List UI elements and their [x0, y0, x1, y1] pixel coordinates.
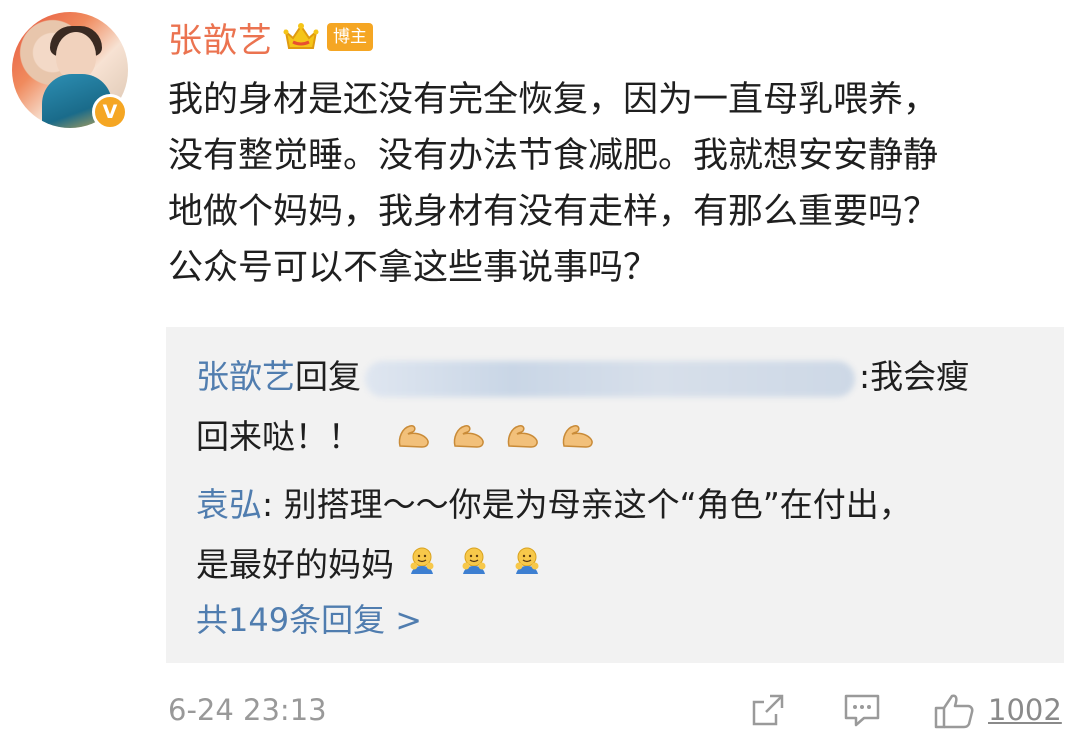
- like-count[interactable]: 1002: [988, 688, 1062, 732]
- more-replies-link[interactable]: 共149条回复 >: [196, 595, 422, 641]
- post-line: 公众号可以不拿这些事说事吗？: [168, 248, 659, 288]
- comment-icon[interactable]: [842, 692, 882, 728]
- like-icon[interactable]: [932, 692, 974, 729]
- flexed-biceps-icon: [560, 409, 596, 469]
- post-line: 地做个妈妈，我身材有没有走样，有那么重要吗？: [168, 192, 939, 232]
- username[interactable]: 张歆艺: [168, 13, 273, 62]
- reply-user[interactable]: 袁弘: [196, 485, 262, 524]
- share-icon[interactable]: [748, 692, 788, 728]
- post-line: 没有整觉睡。没有办法节食减肥。我就想安安静静: [168, 136, 939, 176]
- hug-icon: [405, 537, 439, 597]
- redacted-username: [365, 360, 855, 397]
- hug-icon: [457, 537, 491, 597]
- flexed-biceps-icon: [396, 409, 432, 469]
- reply-item: 袁弘: 别搭理～～你是为母亲这个“角色”在付出， 是最好的妈妈: [196, 475, 912, 597]
- author-badge: 博主: [327, 23, 373, 51]
- crown-icon: [283, 22, 319, 52]
- post-footer: 6-24 23:13 1002: [168, 688, 1068, 732]
- reply-text: :我会瘦: [859, 357, 970, 396]
- post-line: 我的身材是还没有完全恢复，因为一直母乳喂养，: [168, 80, 939, 120]
- post-time: 6-24 23:13: [168, 693, 327, 727]
- reply-text-line2: 是最好的妈妈: [196, 545, 394, 584]
- hug-icon: [510, 537, 544, 597]
- flexed-biceps-icon: [505, 409, 541, 469]
- reply-text-line2: 回来哒！！: [196, 417, 361, 456]
- flexed-biceps-icon: [451, 409, 487, 469]
- reply-item: 张歆艺回复 :我会瘦 回来哒！！: [196, 347, 969, 469]
- post-text: 我的身材是还没有完全恢复，因为一直母乳喂养， 没有整觉睡。没有办法节食减肥。我就…: [168, 72, 1068, 296]
- reply-text: : 别搭理～～你是为母亲这个“角色”在付出，: [262, 485, 912, 524]
- reply-action: 回复: [295, 357, 361, 396]
- post-header: 张歆艺 博主: [168, 12, 373, 62]
- reply-box: 张歆艺回复 :我会瘦 回来哒！！ 袁弘: 别搭理～～你是为母亲这个“角色”在付出，…: [166, 327, 1064, 663]
- verified-badge-icon: V: [92, 94, 128, 130]
- reply-user[interactable]: 张歆艺: [196, 357, 295, 396]
